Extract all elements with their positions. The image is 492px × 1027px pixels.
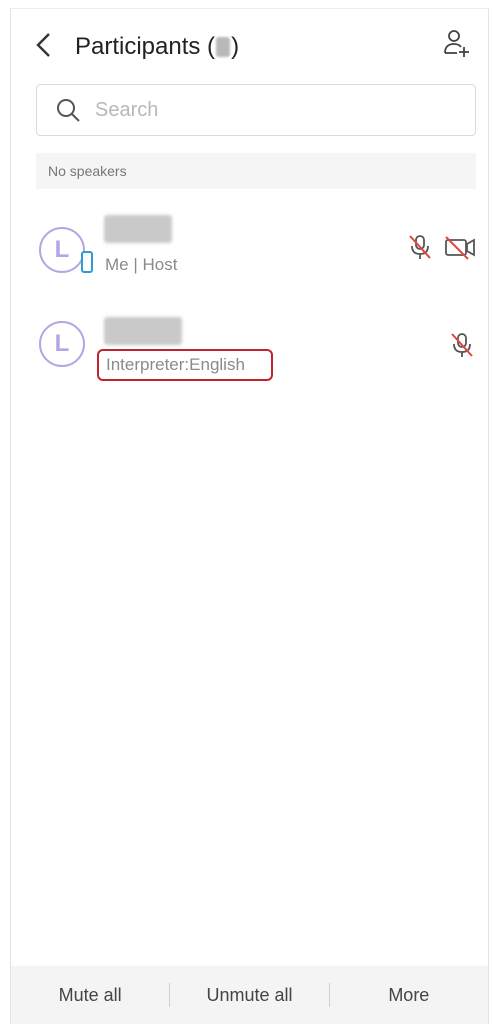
participant-row[interactable]: L Me | Host (11, 209, 488, 309)
page-title-suffix: ) (231, 33, 240, 60)
camera-off-icon[interactable] (443, 233, 477, 261)
avatar-letter: L (54, 236, 70, 263)
mute-all-button[interactable]: Mute all (11, 985, 169, 1006)
search-input[interactable] (93, 97, 457, 123)
bottom-action-bar: Mute all Unmute all More (11, 966, 488, 1024)
page-title-text: Participants ( (75, 33, 216, 60)
mic-muted-icon[interactable] (448, 331, 476, 359)
speakers-section-header: No speakers (36, 153, 476, 189)
participant-name-redacted (104, 317, 182, 345)
search-icon (57, 99, 80, 122)
page-title: Participants ( ) (75, 29, 239, 65)
add-participant-icon[interactable] (442, 27, 470, 59)
avatar: L (39, 227, 85, 273)
search-box[interactable] (36, 84, 476, 136)
interpreter-tag: Interpreter:English (97, 349, 273, 381)
back-arrow-icon[interactable] (33, 31, 55, 59)
avatar-letter: L (54, 330, 70, 357)
more-button[interactable]: More (330, 985, 488, 1006)
mic-muted-icon[interactable] (406, 233, 434, 261)
section-label: No speakers (48, 163, 127, 179)
participant-role: Me | Host (105, 255, 178, 274)
unmute-all-button[interactable]: Unmute all (170, 985, 328, 1006)
avatar: L (39, 321, 85, 367)
participant-name-redacted (104, 215, 172, 243)
participant-count-redacted (216, 37, 231, 57)
phone-icon (81, 251, 93, 273)
participants-panel: Participants ( ) No speakers L Me | Host (10, 8, 489, 1024)
interpreter-label: Interpreter:English (106, 355, 245, 374)
header: Participants ( ) (11, 9, 488, 79)
